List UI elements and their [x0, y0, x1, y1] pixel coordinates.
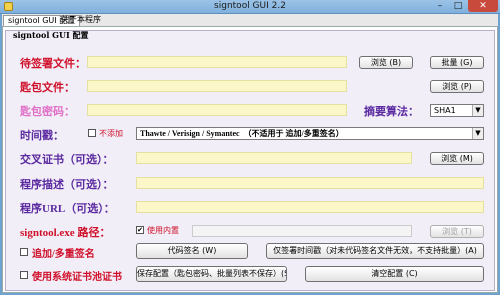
save-config-button[interactable]: 保存配置（匙包密码、批量列表不保存）(S) — [136, 266, 287, 282]
key-file-field[interactable] — [87, 80, 347, 92]
append-sign-checkbox[interactable] — [20, 248, 28, 256]
signtool-path-field[interactable] — [192, 225, 412, 237]
use-builtin-label: 使用内置 — [147, 226, 179, 235]
use-builtin-checkbox[interactable]: ✔ — [136, 226, 144, 234]
chevron-down-icon: ▼ — [472, 105, 483, 116]
chevron-down-icon: ▼ — [472, 128, 483, 139]
description-input[interactable] — [137, 178, 483, 188]
timestamp-only-button[interactable]: 仅签署时间戳（对未代码签名文件无效，不支持批量）(A) — [266, 243, 484, 259]
append-sign-label: 追加/多重签名 — [32, 249, 95, 260]
url-field[interactable] — [136, 201, 484, 213]
url-label: 程序URL（可选）： — [20, 203, 115, 215]
tab-bar: signtool GUI 配置 关于本程序 — [2, 14, 498, 26]
key-password-label: 匙包密码： — [20, 106, 75, 118]
browse-key-file-button[interactable]: 浏览 (P) — [430, 80, 484, 93]
cross-cert-label: 交叉证书（可选）： — [20, 154, 114, 166]
key-password-field[interactable] — [87, 104, 347, 116]
maximize-button[interactable]: □ — [450, 0, 466, 12]
sign-file-label: 待签署文件： — [20, 58, 86, 70]
panel-title: signtool GUI 配置 — [13, 30, 89, 40]
browse-sign-file-button[interactable]: 浏览 (B) — [359, 56, 413, 69]
close-button[interactable]: ✕ — [468, 0, 498, 12]
cross-cert-field[interactable] — [136, 152, 412, 164]
digest-label: 摘要算法： — [364, 106, 419, 118]
code-sign-button[interactable]: 代码签名 (W) — [136, 243, 248, 259]
minimize-button[interactable]: – — [432, 0, 448, 12]
system-store-checkbox[interactable] — [20, 271, 28, 279]
key-file-label: 匙包文件： — [20, 82, 75, 94]
timestamp-server-select[interactable]: Thawte / Verisign / Symantec （不适用于 追加/多重… — [136, 127, 484, 140]
key-file-input[interactable] — [88, 81, 346, 91]
cross-cert-input[interactable] — [137, 153, 411, 163]
browse-signtool-button[interactable]: 浏览 (T) — [430, 225, 484, 238]
description-label: 程序描述（可选）： — [20, 179, 114, 191]
tab-about[interactable]: 关于本程序 — [57, 15, 105, 26]
window-title: signtool GUI 2.2 — [214, 1, 286, 11]
system-store-label: 使用系统证书池证书 — [32, 272, 122, 283]
description-field[interactable] — [136, 177, 484, 189]
signtool-path-input[interactable] — [193, 226, 411, 236]
timestamp-label: 时间戳： — [20, 130, 64, 142]
sign-file-field[interactable] — [87, 56, 347, 68]
no-timestamp-label: 不添加 — [99, 129, 123, 138]
batch-button[interactable]: 批量 (G) — [430, 56, 484, 69]
timestamp-selected-value: Thawte / Verisign / Symantec （不适用于 追加/多重… — [140, 129, 344, 138]
key-password-input[interactable] — [88, 105, 346, 115]
sign-file-input[interactable] — [88, 57, 346, 67]
url-input[interactable] — [137, 202, 483, 212]
browse-cross-cert-button[interactable]: 浏览 (M) — [430, 152, 484, 165]
clear-config-button[interactable]: 清空配置 (C) — [305, 266, 484, 282]
no-timestamp-checkbox[interactable] — [88, 129, 96, 137]
digest-selected-value: SHA1 — [434, 106, 456, 115]
signtool-path-label: signtool.exe 路径： — [20, 227, 111, 239]
digest-select[interactable]: SHA1 ▼ — [430, 104, 484, 117]
title-bar: signtool GUI 2.2 – □ ✕ — [0, 0, 500, 14]
